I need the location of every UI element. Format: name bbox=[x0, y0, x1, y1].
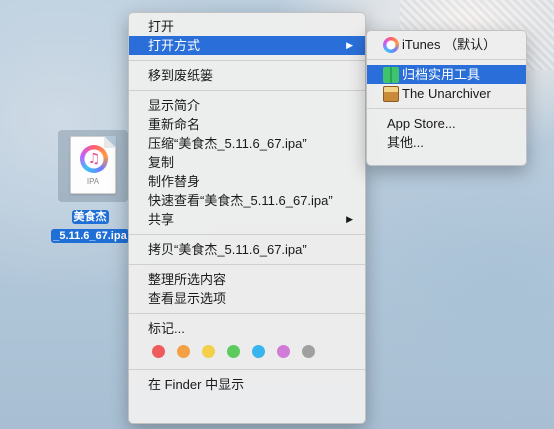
menu-item-open-with-label: 打开方式 bbox=[148, 38, 201, 53]
submenu-arrow-icon: ▶ bbox=[346, 214, 353, 224]
menu-separator bbox=[367, 59, 526, 60]
tag-color-dot[interactable] bbox=[152, 344, 165, 358]
itunes-icon bbox=[383, 36, 399, 53]
menu-separator bbox=[367, 108, 526, 109]
tag-color-dot[interactable] bbox=[302, 344, 315, 358]
menu-separator bbox=[129, 313, 365, 314]
menu-item-open[interactable]: 打开 bbox=[129, 17, 365, 36]
menu-item-compress[interactable]: 压缩“美食杰_5.11.6_67.ipa” bbox=[129, 134, 365, 153]
menu-item-get-info[interactable]: 显示简介 bbox=[129, 96, 365, 115]
file-extension-label: IPA bbox=[86, 177, 100, 186]
file-name-line2: _5.11.6_67.ipa bbox=[51, 229, 129, 243]
submenu-item-itunes[interactable]: iTunes （默认） bbox=[367, 35, 526, 54]
menu-item-show-in-finder[interactable]: 在 Finder 中显示 bbox=[129, 375, 365, 394]
menu-separator bbox=[129, 264, 365, 265]
tag-color-dot[interactable] bbox=[277, 344, 290, 358]
menu-item-duplicate[interactable]: 复制 bbox=[129, 153, 365, 172]
context-menu: 打开 打开方式 ▶ 移到废纸篓 显示简介 重新命名 压缩“美食杰_5.11.6_… bbox=[128, 12, 366, 424]
unarchiver-icon bbox=[383, 85, 399, 102]
submenu-item-archive-utility[interactable]: 归档实用工具 bbox=[367, 65, 526, 84]
tag-color-row bbox=[129, 338, 365, 364]
menu-item-rename[interactable]: 重新命名 bbox=[129, 115, 365, 134]
submenu-item-unarchiver[interactable]: The Unarchiver bbox=[367, 84, 526, 103]
tag-color-dot[interactable] bbox=[227, 344, 240, 358]
menu-item-move-to-trash[interactable]: 移到废纸篓 bbox=[129, 66, 365, 85]
menu-item-tags[interactable]: 标记... bbox=[129, 319, 365, 338]
open-with-submenu: iTunes （默认） 归档实用工具 The Unarchiver App St… bbox=[366, 30, 527, 166]
submenu-item-itunes-label: iTunes （默认） bbox=[402, 37, 497, 52]
submenu-item-other[interactable]: 其他... bbox=[367, 133, 526, 152]
menu-separator bbox=[129, 369, 365, 370]
tag-color-dot[interactable] bbox=[202, 344, 215, 358]
menu-item-share[interactable]: 共享 ▶ bbox=[129, 210, 365, 229]
menu-separator bbox=[129, 234, 365, 235]
menu-item-make-alias[interactable]: 制作替身 bbox=[129, 172, 365, 191]
menu-separator bbox=[129, 60, 365, 61]
submenu-item-unarchiver-label: The Unarchiver bbox=[402, 86, 491, 101]
menu-item-quick-look[interactable]: 快速查看“美食杰_5.11.6_67.ipa” bbox=[129, 191, 365, 210]
menu-item-share-label: 共享 bbox=[148, 212, 175, 227]
itunes-note-icon: ♫ bbox=[80, 145, 108, 173]
tag-color-dot[interactable] bbox=[252, 344, 265, 358]
submenu-item-app-store[interactable]: App Store... bbox=[367, 114, 526, 133]
archive-utility-icon bbox=[383, 66, 399, 83]
menu-item-open-with[interactable]: 打开方式 ▶ bbox=[129, 36, 365, 55]
submenu-arrow-icon: ▶ bbox=[346, 40, 353, 50]
menu-item-clean-up-selection[interactable]: 整理所选内容 bbox=[129, 270, 365, 289]
ipa-file-icon[interactable]: ♫ IPA bbox=[70, 136, 116, 194]
menu-separator bbox=[129, 90, 365, 91]
file-name-label[interactable]: 美食杰 _5.11.6_67.ipa bbox=[50, 205, 130, 243]
submenu-item-archive-utility-label: 归档实用工具 bbox=[402, 67, 481, 82]
page-fold bbox=[104, 136, 116, 148]
menu-item-copy[interactable]: 拷贝“美食杰_5.11.6_67.ipa” bbox=[129, 240, 365, 259]
menu-item-show-view-options[interactable]: 查看显示选项 bbox=[129, 289, 365, 308]
file-name-line1: 美食杰 bbox=[71, 210, 109, 224]
tag-color-dot[interactable] bbox=[177, 344, 190, 358]
